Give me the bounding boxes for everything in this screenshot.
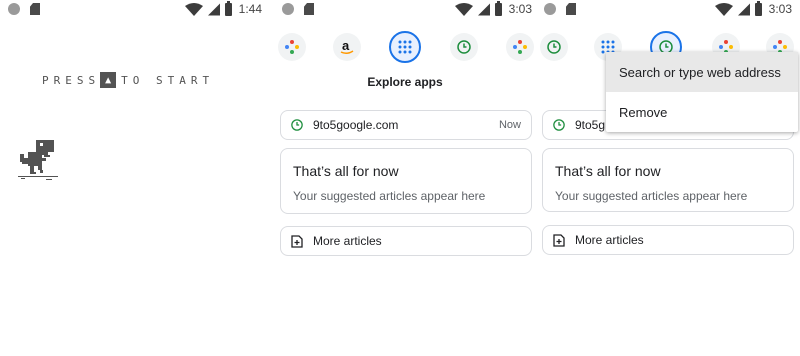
- clock: 3:03: [508, 2, 532, 16]
- empty-card-title: That’s all for now: [293, 163, 399, 179]
- battery-icon: [224, 0, 232, 16]
- new-tab-page-with-menu: 3:03 9to5g That’s all for now Your sugge…: [540, 0, 800, 356]
- menu-item-search[interactable]: Search or type web address: [606, 52, 798, 92]
- clock: 3:03: [768, 2, 792, 16]
- sd-card-icon: [304, 3, 314, 15]
- wifi-icon: [184, 2, 203, 16]
- clock-icon: [291, 119, 303, 131]
- explore-apps-grid-icon[interactable]: [389, 31, 421, 63]
- signal-icon: [477, 3, 490, 15]
- history-clock-icon[interactable]: [540, 33, 568, 61]
- more-articles-button[interactable]: More articles: [280, 226, 532, 256]
- press-label: PRESS: [42, 73, 101, 87]
- add-page-icon: [553, 233, 565, 247]
- signal-icon: [207, 3, 220, 15]
- new-tab-page: 3:03 a Explore apps 9to5google.com Now T…: [270, 0, 540, 356]
- notification-dot-icon: [8, 3, 20, 15]
- clock-icon: [553, 119, 565, 131]
- google-app-icon[interactable]: [506, 33, 534, 61]
- history-item-title: 9to5g: [575, 118, 606, 132]
- empty-suggestions-card: That’s all for now Your suggested articl…: [280, 148, 532, 214]
- to-start-label: TO START: [121, 73, 215, 87]
- add-page-icon: [291, 234, 303, 248]
- clock: 1:44: [238, 2, 262, 16]
- more-articles-label: More articles: [313, 234, 382, 248]
- status-bar: 3:03: [270, 0, 540, 20]
- wifi-icon: [454, 2, 473, 16]
- svg-text:a: a: [342, 38, 350, 53]
- status-bar: 1:44: [0, 0, 270, 20]
- empty-card-subtitle: Your suggested articles appear here: [293, 189, 486, 203]
- dino-game-screen[interactable]: 1:44 PRESS ▲ TO START: [0, 0, 270, 356]
- press-to-start-prompt: PRESS ▲ TO START: [42, 72, 214, 88]
- history-clock-icon[interactable]: [450, 33, 478, 61]
- google-app-icon[interactable]: [278, 33, 306, 61]
- amazon-app-icon[interactable]: a: [333, 33, 361, 61]
- history-item[interactable]: 9to5google.com Now: [280, 110, 532, 140]
- empty-card-subtitle: Your suggested articles appear here: [555, 189, 748, 203]
- explore-apps-label: Explore apps: [367, 75, 443, 89]
- empty-card-title: That’s all for now: [555, 163, 661, 179]
- notification-dot-icon: [282, 3, 294, 15]
- battery-icon: [494, 0, 502, 16]
- up-arrow-key-icon: ▲: [100, 72, 117, 88]
- sd-card-icon: [566, 3, 576, 15]
- sd-card-icon: [30, 3, 40, 15]
- battery-icon: [754, 0, 762, 16]
- t-rex-dino-icon[interactable]: [18, 138, 58, 180]
- context-menu: Search or type web address Remove: [606, 52, 798, 132]
- more-articles-label: More articles: [575, 233, 644, 247]
- more-articles-button[interactable]: More articles: [542, 225, 794, 255]
- history-item-time: Now: [498, 119, 521, 131]
- signal-icon: [737, 3, 750, 15]
- wifi-icon: [714, 2, 733, 16]
- history-item-title: 9to5google.com: [313, 118, 399, 132]
- notification-dot-icon: [544, 3, 556, 15]
- shortcut-row: a: [270, 31, 540, 67]
- empty-suggestions-card: That’s all for now Your suggested articl…: [542, 148, 794, 212]
- status-bar: 3:03: [540, 0, 800, 20]
- menu-item-remove[interactable]: Remove: [606, 92, 798, 132]
